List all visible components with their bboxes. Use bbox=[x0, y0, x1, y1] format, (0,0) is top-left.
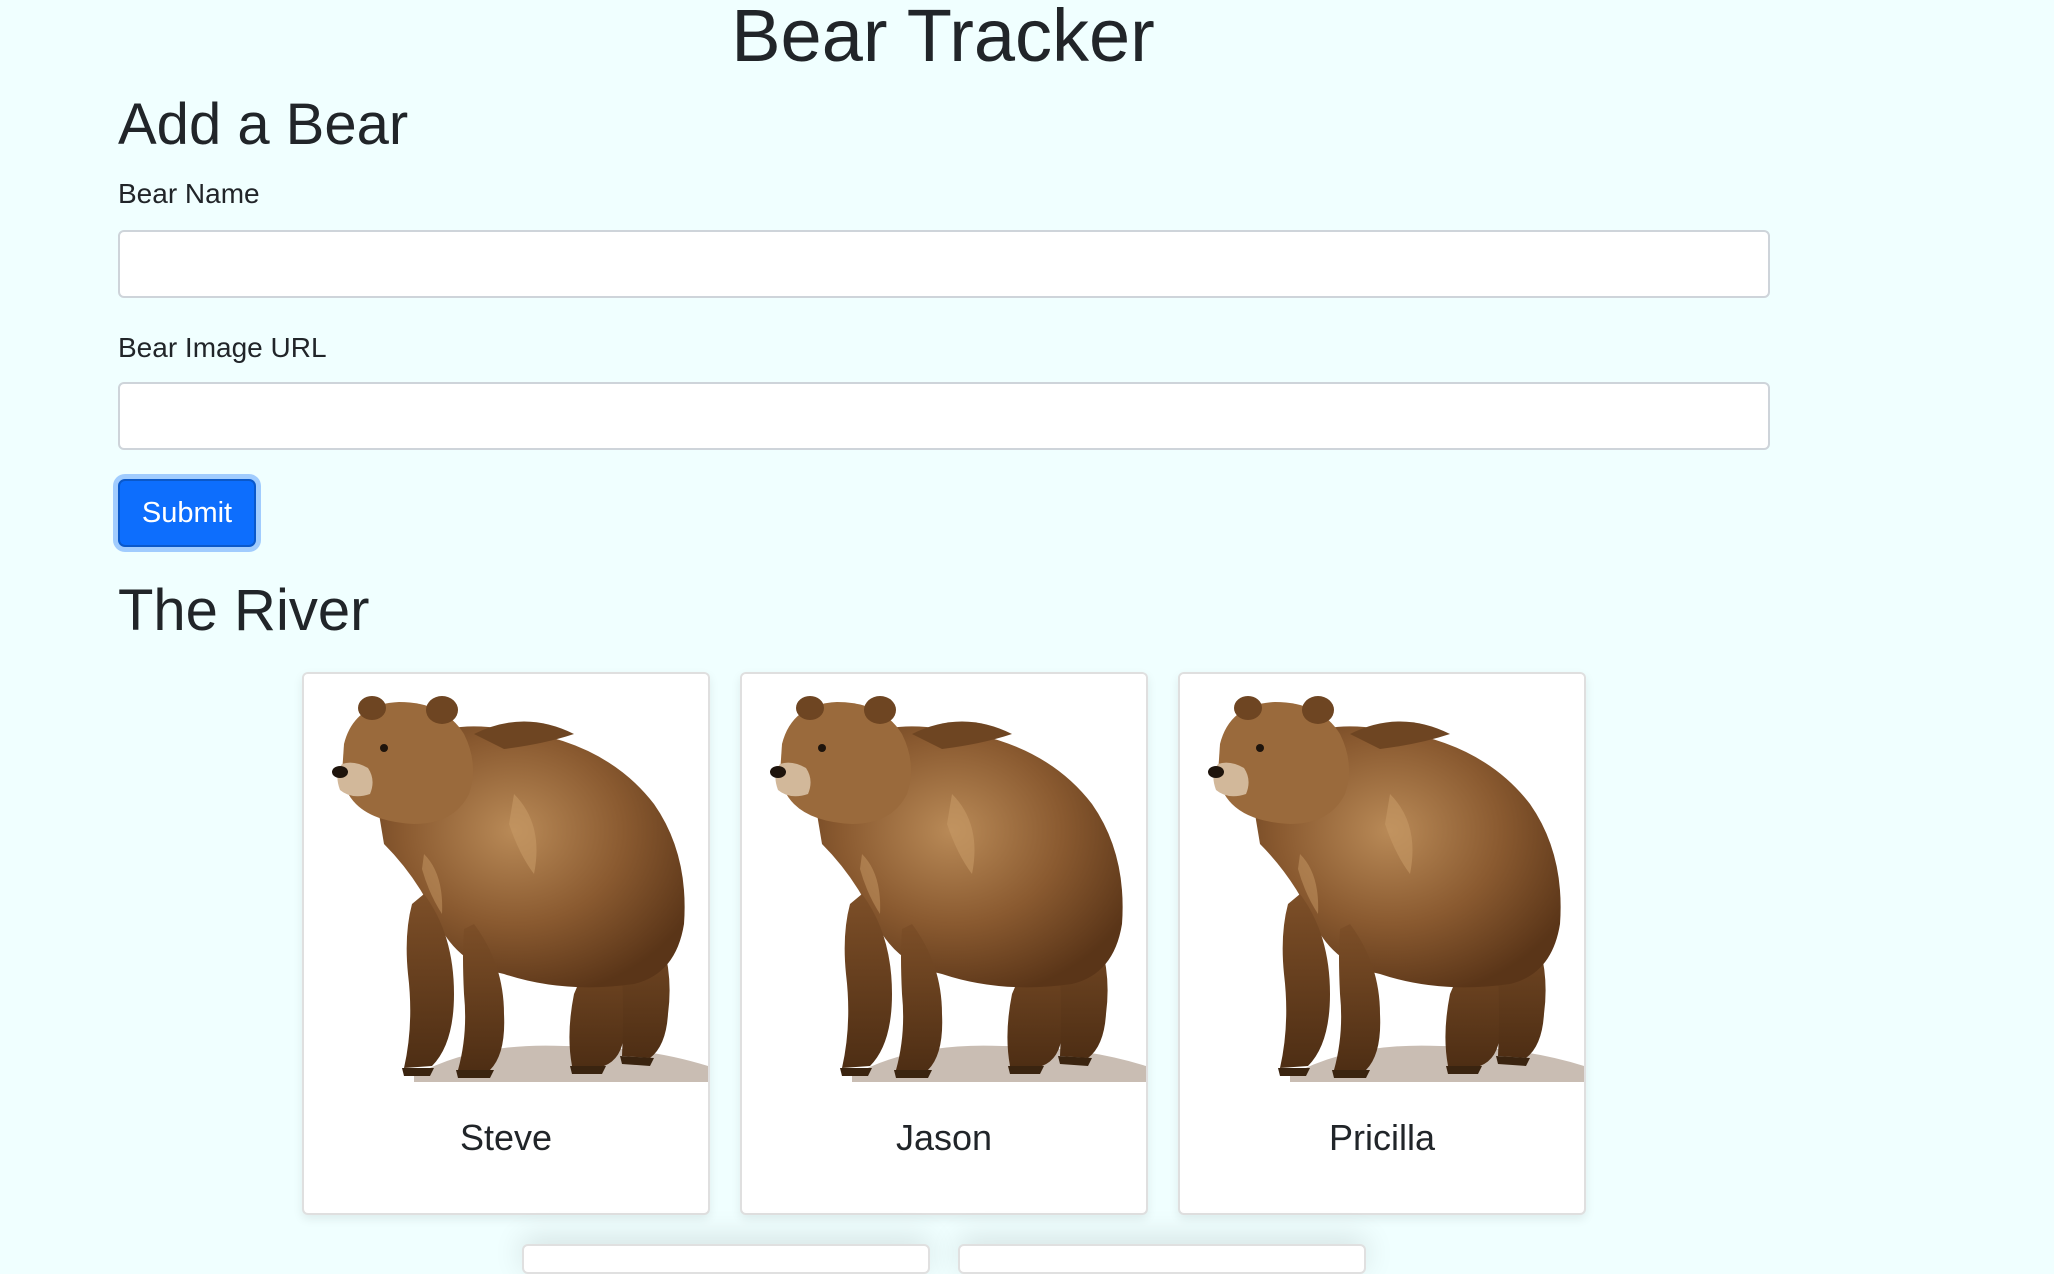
bear-photo-icon bbox=[770, 696, 1146, 1082]
add-bear-heading: Add a Bear bbox=[118, 92, 409, 157]
bear-image bbox=[742, 674, 1146, 1082]
bear-card-name: Steve bbox=[459, 1117, 553, 1158]
bear-image-url-label: Bear Image URL bbox=[118, 332, 327, 363]
bear-card-name: Jason bbox=[895, 1117, 993, 1158]
bear-photo-icon bbox=[332, 696, 708, 1082]
app-title: Bear Tracker bbox=[731, 0, 1155, 77]
submit-button[interactable]: Submit bbox=[118, 479, 256, 547]
bear-card-partial bbox=[958, 1244, 1366, 1274]
bear-card: Pricilla bbox=[1178, 672, 1586, 1215]
bear-name-label: Bear Name bbox=[118, 178, 260, 209]
bear-card-name: Pricilla bbox=[1328, 1117, 1435, 1158]
bear-card-partial bbox=[522, 1244, 930, 1274]
bear-image bbox=[304, 674, 708, 1082]
bear-card: Jason bbox=[740, 672, 1148, 1215]
bear-photo-icon bbox=[1208, 696, 1584, 1082]
bear-card: Steve bbox=[302, 672, 710, 1215]
river-heading: The River bbox=[118, 578, 370, 643]
page: Bear Tracker Add a Bear Bear Name Bear I… bbox=[0, 0, 2054, 1274]
bear-image bbox=[1180, 674, 1584, 1082]
bear-image-url-input[interactable] bbox=[118, 382, 1770, 450]
bear-name-input[interactable] bbox=[118, 230, 1770, 298]
